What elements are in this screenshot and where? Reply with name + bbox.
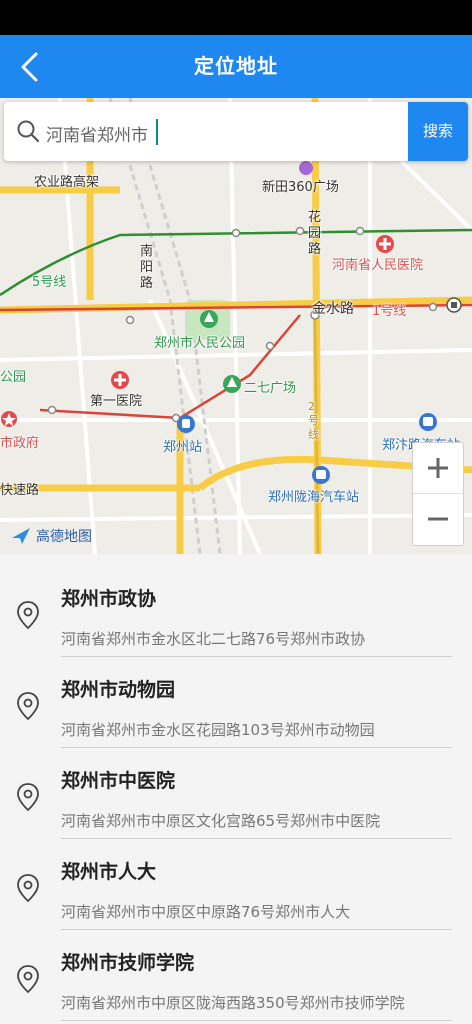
result-name: 郑州市人大 xyxy=(61,861,157,883)
search-icon xyxy=(17,120,40,143)
train-station-icon xyxy=(177,415,195,433)
map-label-huayuan: 花园路 xyxy=(308,210,322,257)
park-icon xyxy=(200,310,218,328)
location-pin-icon xyxy=(17,692,39,721)
map-canvas xyxy=(0,98,472,554)
map-label-people-park: 郑州市人民公园 xyxy=(154,336,246,351)
bus-station-icon xyxy=(419,413,437,431)
map-label-nanyang: 南阳路 xyxy=(140,244,154,291)
map-label-jinshui: 金水路 xyxy=(312,301,354,317)
search-bar: 搜索 xyxy=(4,102,468,161)
minus-icon xyxy=(428,517,448,521)
result-name: 郑州市动物园 xyxy=(61,679,176,701)
map-label-zz-station: 郑州站 xyxy=(163,440,203,455)
list-item[interactable]: 郑州市动物园 河南省郑州市金水区花园路103号郑州市动物园 xyxy=(0,645,472,748)
map-view[interactable]: 农业路高架 新田360广场 花园路 河南省人民医院 南阳路 5号线 金水路 1号… xyxy=(0,98,472,554)
status-bar xyxy=(0,0,472,35)
location-pin-icon xyxy=(17,601,39,630)
hospital-icon xyxy=(111,371,129,389)
result-list: 郑州市政协 河南省郑州市金水区北二七路76号郑州市政协 郑州市动物园 河南省郑州… xyxy=(0,554,472,1024)
map-label-gongyuan: 公园 xyxy=(0,370,27,385)
search-input[interactable] xyxy=(44,112,408,154)
map-logo: 高德地图 xyxy=(10,526,92,546)
list-item[interactable]: 郑州市技师学院 河南省郑州市中原区陇海西路350号郑州市技师学院 xyxy=(0,918,472,1021)
map-label-longhai: 郑州陇海汽车站 xyxy=(268,490,360,505)
map-label-city-gov: 市政府 xyxy=(0,436,40,451)
map-label-erqi: 二七广场 xyxy=(244,381,297,396)
amap-logo-icon xyxy=(12,528,30,544)
list-item[interactable]: 郑州市政协 河南省郑州市金水区北二七路76号郑州市政协 xyxy=(0,554,472,657)
map-label-nongye: 农业路高架 xyxy=(34,175,100,190)
park-icon xyxy=(223,375,241,393)
plus-icon xyxy=(428,458,448,478)
divider xyxy=(61,1020,452,1021)
zoom-in-button[interactable] xyxy=(413,443,463,494)
result-name: 郑州市政协 xyxy=(61,588,157,610)
list-item[interactable]: 郑州市人大 河南省郑州市中原区中原路76号郑州市人大 xyxy=(0,827,472,930)
map-label-line2: 2号线 xyxy=(308,400,319,441)
list-item[interactable]: 郑州市中医院 河南省郑州市中原区文化宫路65号郑州市中医院 xyxy=(0,736,472,839)
government-icon xyxy=(1,411,17,427)
search-button[interactable]: 搜索 xyxy=(408,102,468,161)
map-label-line1: 1号线 xyxy=(372,304,407,319)
map-label-xintian: 新田360广场 xyxy=(262,180,339,195)
text-caret xyxy=(156,119,158,145)
location-pin-icon xyxy=(17,965,39,994)
zoom-out-button[interactable] xyxy=(413,494,463,544)
location-pin-icon xyxy=(17,874,39,903)
map-label-renmin-hospital: 河南省人民医院 xyxy=(332,258,424,273)
page-title: 定位地址 xyxy=(194,54,278,78)
map-label-first-hospital: 第一医院 xyxy=(90,394,143,409)
result-name: 郑州市中医院 xyxy=(61,770,176,792)
metro-icon xyxy=(446,297,462,313)
result-name: 郑州市技师学院 xyxy=(61,952,195,974)
map-label-line5: 5号线 xyxy=(32,275,67,290)
location-pin-icon xyxy=(17,783,39,812)
app-bar: 定位地址 xyxy=(0,35,472,98)
result-address: 河南省郑州市中原区陇海西路350号郑州市技师学院 xyxy=(61,994,405,1012)
zoom-control xyxy=(412,442,464,546)
map-label-kuaisu: 快速路 xyxy=(0,483,40,498)
bus-station-icon xyxy=(312,466,330,484)
shopping-icon xyxy=(299,161,313,175)
hospital-icon xyxy=(376,235,394,253)
